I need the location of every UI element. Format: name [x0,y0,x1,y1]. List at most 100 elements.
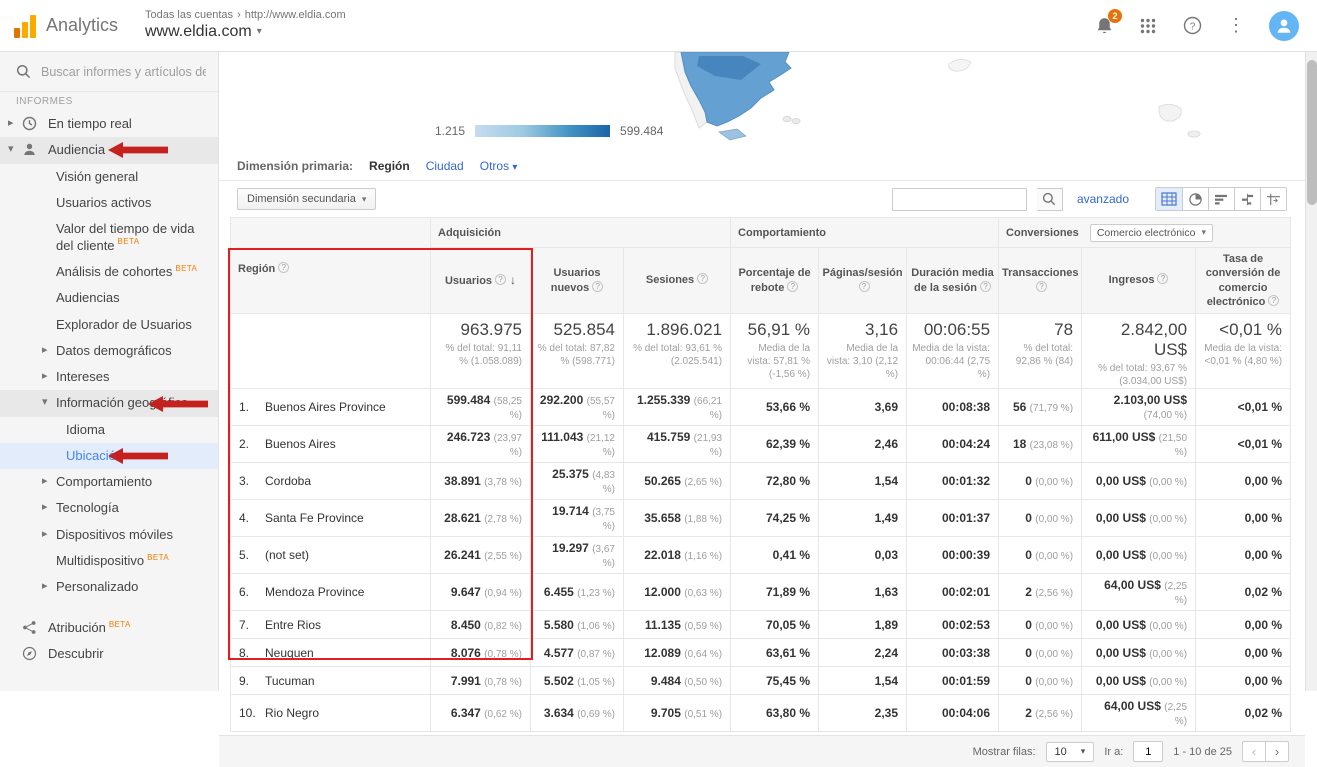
sidebar-item-descubrir[interactable]: Descubrir [0,641,218,667]
sidebar-item-audiencias[interactable]: Audiencias [0,285,218,311]
help-icon[interactable]: ? [1157,273,1168,284]
table-row[interactable]: 8.Neuquen8.076 (0,78 %)4.577 (0,87 %)12.… [231,639,1291,667]
sidebar-item-ana-lisis-de-cohortes[interactable]: Análisis de cohortesBETA [0,259,218,286]
table-view-button[interactable] [1156,188,1182,210]
region-name[interactable]: Rio Negro [265,706,319,720]
column-header-paginas-sesion[interactable]: Páginas/sesión? [819,248,907,314]
sidebar-item-ubicacio-n[interactable]: Ubicación [0,443,218,469]
table-row[interactable]: 7.Entre Rios8.450 (0,82 %)5.580 (1,06 %)… [231,611,1291,639]
help-icon[interactable]: ? [592,281,603,292]
more-options-button[interactable]: ⋮ [1225,15,1247,37]
show-rows-select[interactable]: 10 ▾ [1046,742,1095,762]
metric-cell: 0,00 % [1196,500,1291,537]
help-button[interactable]: ? [1181,15,1203,37]
column-header-usuarios-nuevos[interactable]: Usuarios nuevos? [531,248,624,314]
sidebar-item-usuarios-activos[interactable]: Usuarios activos [0,190,218,216]
region-name[interactable]: Neuquen [265,646,314,660]
sidebar-item-explorador-de-usuarios[interactable]: Explorador de Usuarios [0,312,218,338]
previous-page-button[interactable]: ‹ [1242,741,1266,762]
region-name[interactable]: Buenos Aires Province [265,400,386,414]
sidebar-item-audiencia[interactable]: ▾Audiencia [0,137,218,163]
sidebar-item-datos-demogra-ficos[interactable]: ▸Datos demográficos [0,338,218,364]
next-page-button[interactable]: › [1265,741,1289,762]
column-header-tasa-conversion[interactable]: Tasa de conversión de comercio electróni… [1196,248,1291,314]
region-name[interactable]: (not set) [265,548,309,562]
table-row[interactable]: 9.Tucuman7.991 (0,78 %)5.502 (1,05 %)9.4… [231,667,1291,695]
region-name[interactable]: Cordoba [265,474,311,488]
sidebar-item-comportamiento[interactable]: ▸Comportamiento [0,469,218,495]
region-name[interactable]: Buenos Aires [265,437,336,451]
chevron-down-icon: ▾ [257,26,262,39]
sidebar-item-dispositivos-mo-viles[interactable]: ▸Dispositivos móviles [0,522,218,548]
vertical-scrollbar[interactable] [1305,52,1317,691]
column-header-transacciones[interactable]: Transacciones? [999,248,1082,314]
pivot-view-button[interactable] [1260,188,1286,210]
region-name[interactable]: Entre Rios [265,618,321,632]
summary-row: 963.975% del total: 91,11 % (1.058.089) … [231,314,1291,389]
table-search-button[interactable] [1037,188,1063,211]
conversions-type-select[interactable]: Comercio electrónico ▾ [1090,224,1213,242]
column-header-sesiones[interactable]: Sesiones? [624,248,731,314]
dimension-ciudad[interactable]: Ciudad [426,159,464,173]
metric-cell: 62,39 % [731,426,819,463]
region-name[interactable]: Santa Fe Province [265,511,364,525]
primary-dimension-label: Dimensión primaria: [237,159,353,173]
help-icon[interactable]: ? [1268,295,1279,306]
apps-grid-button[interactable] [1137,15,1159,37]
advanced-link[interactable]: avanzado [1077,192,1129,206]
dimension-otros[interactable]: Otros ▾ [480,159,518,173]
metric-cell: 56 (71,79 %) [999,389,1082,426]
help-icon[interactable]: ? [495,274,506,285]
breadcrumb[interactable]: Todas las cuentas›http://www.eldia.com [145,9,346,23]
sidebar-item-informacio-n-geogra-fica[interactable]: ▾Información geográfica [0,390,218,416]
analytics-logo[interactable]: Analytics [0,14,145,38]
notifications-button[interactable]: 2 [1093,15,1115,37]
column-header-rebote[interactable]: Porcentaje de rebote? [731,248,819,314]
table-row[interactable]: 3.Cordoba38.891 (3,78 %)25.375 (4,83 %)5… [231,463,1291,500]
table-row[interactable]: 2.Buenos Aires246.723 (23,97 %)111.043 (… [231,426,1291,463]
sidebar-item-personalizado[interactable]: ▸Personalizado [0,574,218,600]
table-row[interactable]: 1.Buenos Aires Province599.484 (58,25 %)… [231,389,1291,426]
sidebar-item-visio-n-general[interactable]: Visión general [0,164,218,190]
column-header-duracion[interactable]: Duración media de la sesión? [907,248,999,314]
sidebar-item-atribucio-n[interactable]: AtribuciónBETA [0,615,218,642]
help-icon[interactable]: ? [980,281,991,292]
table-row[interactable]: 5.(not set)26.241 (2,55 %)19.297 (3,67 %… [231,537,1291,574]
help-icon[interactable]: ? [278,262,289,273]
sidebar-item-valor-del-tiempo-de-vida-del-cliente[interactable]: Valor del tiempo de vida del clienteBETA [0,216,218,259]
help-icon[interactable]: ? [697,273,708,284]
help-icon[interactable]: ? [1036,281,1047,292]
avatar[interactable] [1269,11,1299,41]
region-name[interactable]: Tucuman [265,674,315,688]
dimension-region[interactable]: Región [369,159,410,173]
table-row[interactable]: 4.Santa Fe Province28.621 (2,78 %)19.714… [231,500,1291,537]
column-header-ingresos[interactable]: Ingresos? [1082,248,1196,314]
region-cell: 4.Santa Fe Province [231,500,431,537]
sidebar-item-tecnologi-a[interactable]: ▸Tecnología [0,495,218,521]
help-icon[interactable]: ? [859,281,870,292]
sidebar-item-en-tiempo-real[interactable]: ▸En tiempo real [0,111,218,137]
column-header-usuarios[interactable]: Usuarios?↓ [431,248,531,314]
sidebar-item-label: Visión general [56,169,138,184]
table-row[interactable]: 10.Rio Negro6.347 (0,62 %)3.634 (0,69 %)… [231,695,1291,732]
row-index: 10. [239,706,265,720]
sidebar-item-multidispositivo[interactable]: MultidispositivoBETA [0,548,218,575]
help-icon[interactable]: ? [787,281,798,292]
table-search-input[interactable] [892,188,1027,211]
table-row[interactable]: 6.Mendoza Province9.647 (0,94 %)6.455 (1… [231,574,1291,611]
secondary-dimension-button[interactable]: Dimensión secundaria ▾ [237,188,376,210]
goto-page-input[interactable] [1133,741,1163,762]
comparison-view-button[interactable] [1234,188,1260,210]
column-header-region[interactable]: Región? [231,218,431,314]
more-vertical-icon: ⋮ [1227,15,1245,36]
performance-view-button[interactable] [1208,188,1234,210]
percentage-view-button[interactable] [1182,188,1208,210]
account-selector[interactable]: www.eldia.com ▾ [145,22,346,42]
sidebar-item-intereses[interactable]: ▸Intereses [0,364,218,390]
search-input[interactable] [41,65,206,79]
map-visualization[interactable] [619,52,1219,152]
sidebar-search[interactable] [0,52,218,92]
sidebar-item-idioma[interactable]: Idioma [0,417,218,443]
scrollbar-thumb[interactable] [1307,60,1317,205]
region-name[interactable]: Mendoza Province [265,585,364,599]
